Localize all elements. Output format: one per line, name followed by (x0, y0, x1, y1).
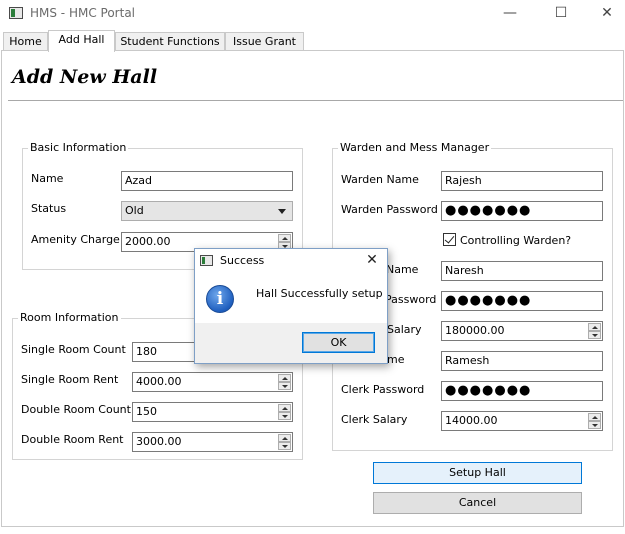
minimize-button[interactable]: — (487, 0, 533, 28)
room-information-title: Room Information (18, 311, 121, 324)
tab-issue-grant[interactable]: Issue Grant (225, 32, 304, 51)
dialog-message: Hall Successfully setup (256, 287, 383, 300)
tab-home[interactable]: Home (3, 32, 48, 51)
close-window-button[interactable]: ✕ (584, 0, 625, 28)
mess-manager-salary-value: 180000.00 (445, 324, 505, 337)
mess-manager-password-label: Password (385, 293, 437, 306)
amenity-charge-label: Amenity Charge (31, 233, 120, 246)
clerk-salary-value: 14000.00 (445, 414, 498, 427)
name-input[interactable]: Azad (121, 171, 293, 191)
clerk-password-input[interactable]: ●●●●●●● (441, 381, 603, 401)
info-icon: i (206, 285, 234, 313)
dialog-titlebar: Success ✕ (195, 249, 387, 273)
single-room-rent-spinbox[interactable]: 4000.00 (132, 372, 293, 392)
clerk-name-label: me (387, 353, 405, 366)
warden-password-label: Warden Password (341, 203, 438, 216)
spin-down-icon[interactable] (588, 331, 601, 339)
single-room-rent-label: Single Room Rent (21, 373, 119, 386)
controlling-warden-label: Controlling Warden? (460, 234, 572, 247)
spin-down-icon[interactable] (278, 442, 291, 450)
spin-up-icon[interactable] (278, 374, 291, 382)
maximize-button[interactable]: ☐ (538, 0, 584, 28)
clerk-password-label: Clerk Password (341, 383, 425, 396)
double-room-count-spinbox[interactable]: 150 (132, 402, 293, 422)
clerk-salary-spinbox[interactable]: 14000.00 (441, 411, 603, 431)
warden-name-input[interactable]: Rajesh (441, 171, 603, 191)
single-rent-spin-buttons[interactable] (278, 374, 291, 390)
double-room-count-label: Double Room Count (21, 403, 131, 416)
double-room-rent-spinbox[interactable]: 3000.00 (132, 432, 293, 452)
mess-salary-spin-buttons[interactable] (588, 323, 601, 339)
clerk-salary-spin-buttons[interactable] (588, 413, 601, 429)
warden-mess-title: Warden and Mess Manager (338, 141, 492, 154)
status-value: Old (125, 204, 144, 217)
warden-password-input[interactable]: ●●●●●●● (441, 201, 603, 221)
window-titlebar: HMS - HMC Portal — ☐ ✕ (0, 0, 625, 28)
success-dialog: Success ✕ i Hall Successfully setup OK (194, 248, 388, 364)
warden-name-label: Warden Name (341, 173, 419, 186)
spin-down-icon[interactable] (278, 412, 291, 420)
chevron-down-icon (278, 209, 286, 214)
single-room-count-label: Single Room Count (21, 343, 126, 356)
status-select[interactable]: Old (121, 201, 293, 221)
spin-up-icon[interactable] (278, 434, 291, 442)
spin-down-icon[interactable] (588, 421, 601, 429)
double-room-rent-value: 3000.00 (136, 435, 182, 448)
tab-bar: Home Add Hall Student Functions Issue Gr… (0, 30, 625, 52)
spin-up-icon[interactable] (588, 413, 601, 421)
single-room-rent-value: 4000.00 (136, 375, 182, 388)
controlling-warden-checkbox[interactable] (443, 233, 456, 246)
window-title: HMS - HMC Portal (30, 6, 135, 20)
status-label: Status (31, 202, 67, 215)
mess-manager-name-input[interactable]: Naresh (441, 261, 603, 281)
app-window-icon (9, 7, 23, 19)
spin-up-icon[interactable] (278, 234, 291, 242)
single-room-count-value: 180 (136, 345, 157, 358)
double-rent-spin-buttons[interactable] (278, 434, 291, 450)
cancel-button[interactable]: Cancel (373, 492, 582, 514)
tab-student-functions[interactable]: Student Functions (115, 32, 225, 51)
title-divider (8, 100, 623, 101)
amenity-charge-value: 2000.00 (125, 235, 171, 248)
dialog-close-button[interactable]: ✕ (361, 251, 383, 271)
double-room-count-value: 150 (136, 405, 157, 418)
mess-manager-name-label: Name (386, 263, 419, 276)
dialog-title: Success (220, 254, 265, 267)
basic-information-title: Basic Information (28, 141, 129, 154)
mess-manager-salary-spinbox[interactable]: 180000.00 (441, 321, 603, 341)
double-room-rent-label: Double Room Rent (21, 433, 124, 446)
double-count-spin-buttons[interactable] (278, 404, 291, 420)
spin-up-icon[interactable] (278, 404, 291, 412)
setup-hall-button[interactable]: Setup Hall (373, 462, 582, 484)
tab-add-hall[interactable]: Add Hall (48, 30, 115, 52)
clerk-name-input[interactable]: Ramesh (441, 351, 603, 371)
clerk-salary-label: Clerk Salary (341, 413, 408, 426)
dialog-window-icon (200, 255, 213, 266)
spin-down-icon[interactable] (278, 382, 291, 390)
mess-manager-password-input[interactable]: ●●●●●●● (441, 291, 603, 311)
dialog-ok-button[interactable]: OK (302, 332, 375, 353)
page-title: Add New Hall (12, 66, 158, 88)
spin-up-icon[interactable] (588, 323, 601, 331)
name-label: Name (31, 172, 64, 185)
mess-manager-salary-label: Salary (387, 323, 422, 336)
